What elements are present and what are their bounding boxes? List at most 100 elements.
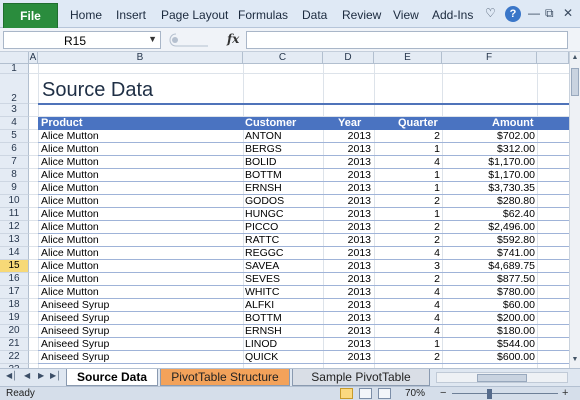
cell-quarter[interactable]: 1: [374, 169, 440, 182]
sheet-tab-pivottable-structure[interactable]: PivotTable Structure: [160, 369, 290, 386]
cell-year[interactable]: 2013: [323, 221, 371, 234]
cell-amount[interactable]: $60.00: [442, 299, 535, 312]
cell-amount[interactable]: $62.40: [442, 208, 535, 221]
file-tab[interactable]: File: [3, 3, 58, 28]
cell-amount[interactable]: $1,170.00: [442, 156, 535, 169]
cell-customer[interactable]: LINOD: [245, 338, 321, 351]
cell-product[interactable]: Aniseed Syrup: [41, 338, 241, 351]
row-header-1[interactable]: 1: [0, 64, 29, 74]
row-header-6[interactable]: 6: [0, 143, 29, 156]
row-header-3[interactable]: 3: [0, 104, 29, 117]
cell-amount[interactable]: $877.50: [442, 273, 535, 286]
tab-view[interactable]: View: [393, 8, 419, 22]
cell-customer[interactable]: HUNGC: [245, 208, 321, 221]
cell-amount[interactable]: $741.00: [442, 247, 535, 260]
restore-icon[interactable]: ⧉: [545, 6, 554, 21]
cell-year[interactable]: 2013: [323, 130, 371, 143]
row-header-2[interactable]: 2: [0, 74, 29, 104]
cell-quarter[interactable]: 2: [374, 221, 440, 234]
cell-product[interactable]: Alice Mutton: [41, 260, 241, 273]
cell-year[interactable]: 2013: [323, 169, 371, 182]
cell-quarter[interactable]: 2: [374, 234, 440, 247]
row-header-14[interactable]: 14: [0, 247, 29, 260]
cell-quarter[interactable]: 2: [374, 130, 440, 143]
table-header-row[interactable]: Product Customer Year Quarter Amount: [38, 117, 574, 130]
next-sheet-icon[interactable]: ▶: [38, 371, 44, 380]
cell-product[interactable]: Alice Mutton: [41, 273, 241, 286]
cell-customer[interactable]: SAVEA: [245, 260, 321, 273]
cell-year[interactable]: 2013: [323, 195, 371, 208]
zoom-slider[interactable]: [452, 393, 558, 394]
column-header-f[interactable]: F: [442, 52, 537, 64]
cell-amount[interactable]: $592.80: [442, 234, 535, 247]
minimize-ribbon-icon[interactable]: ―: [528, 6, 540, 21]
cell-customer[interactable]: WHITC: [245, 286, 321, 299]
cell-customer[interactable]: BERGS: [245, 143, 321, 156]
vertical-scroll-thumb[interactable]: [571, 68, 579, 96]
sheet-tab-source-data[interactable]: Source Data: [66, 369, 158, 386]
row-header-5[interactable]: 5: [0, 130, 29, 143]
sheet-tab-sample-pivottable[interactable]: Sample PivotTable: [292, 369, 430, 386]
cell-quarter[interactable]: 3: [374, 260, 440, 273]
tab-home[interactable]: Home: [70, 8, 102, 22]
header-amount[interactable]: Amount: [492, 117, 534, 130]
cell-customer[interactable]: RATTC: [245, 234, 321, 247]
cell-quarter[interactable]: 1: [374, 143, 440, 156]
cell-customer[interactable]: PICCO: [245, 221, 321, 234]
prev-sheet-icon[interactable]: ◀: [24, 371, 30, 380]
cell-product[interactable]: Alice Mutton: [41, 182, 241, 195]
cell-product[interactable]: Alice Mutton: [41, 234, 241, 247]
column-header-c[interactable]: C: [243, 52, 323, 64]
cell-product[interactable]: Aniseed Syrup: [41, 299, 241, 312]
cell-quarter[interactable]: 4: [374, 156, 440, 169]
horizontal-scrollbar[interactable]: [436, 372, 568, 383]
worksheet-grid[interactable]: A B C D E F 1 2 3 4 5 6 7 8 9 10 11 12 13 14 15 16 17 18 1…: [0, 52, 580, 368]
cell-amount[interactable]: $702.00: [442, 130, 535, 143]
cell-customer[interactable]: GODOS: [245, 195, 321, 208]
header-quarter[interactable]: Quarter: [398, 117, 438, 130]
cell-product[interactable]: Alice Mutton: [41, 156, 241, 169]
cell-year[interactable]: 2013: [323, 156, 371, 169]
first-sheet-icon[interactable]: ◀│: [6, 371, 17, 380]
cell-year[interactable]: 2013: [323, 247, 371, 260]
page-break-view-icon[interactable]: [378, 388, 391, 399]
header-year[interactable]: Year: [338, 117, 361, 130]
zoom-level[interactable]: 70%: [405, 388, 425, 399]
cell-quarter[interactable]: 1: [374, 208, 440, 221]
header-customer[interactable]: Customer: [245, 117, 296, 130]
cell-quarter[interactable]: 2: [374, 351, 440, 364]
zoom-in-icon[interactable]: +: [562, 387, 568, 399]
cell-amount[interactable]: $2,496.00: [442, 221, 535, 234]
cell-year[interactable]: 2013: [323, 299, 371, 312]
cell-customer[interactable]: SEVES: [245, 273, 321, 286]
formula-input[interactable]: [246, 31, 568, 49]
cell-amount[interactable]: $3,730.35: [442, 182, 535, 195]
cell-product[interactable]: Alice Mutton: [41, 208, 241, 221]
column-header-d[interactable]: D: [323, 52, 374, 64]
cell-quarter[interactable]: 2: [374, 273, 440, 286]
row-header-15[interactable]: 15: [0, 260, 29, 273]
cell-product[interactable]: Alice Mutton: [41, 143, 241, 156]
normal-view-icon[interactable]: [340, 388, 353, 399]
row-header-22[interactable]: 22: [0, 351, 29, 364]
cell-year[interactable]: 2013: [323, 260, 371, 273]
cell-product[interactable]: Alice Mutton: [41, 247, 241, 260]
tab-page-layout[interactable]: Page Layout: [161, 8, 228, 22]
cell-product[interactable]: Alice Mutton: [41, 286, 241, 299]
cell-amount[interactable]: $544.00: [442, 338, 535, 351]
cell-quarter[interactable]: 1: [374, 338, 440, 351]
cell-quarter[interactable]: 2: [374, 195, 440, 208]
cell-year[interactable]: 2013: [323, 286, 371, 299]
horizontal-scroll-thumb[interactable]: [477, 374, 527, 382]
row-header-11[interactable]: 11: [0, 208, 29, 221]
tab-insert[interactable]: Insert: [116, 8, 146, 22]
cell-amount[interactable]: $312.00: [442, 143, 535, 156]
cell-year[interactable]: 2013: [323, 273, 371, 286]
row-header-18[interactable]: 18: [0, 299, 29, 312]
row-header-21[interactable]: 21: [0, 338, 29, 351]
cell-amount[interactable]: $280.80: [442, 195, 535, 208]
cell-quarter[interactable]: 4: [374, 286, 440, 299]
cell-customer[interactable]: ERNSH: [245, 182, 321, 195]
row-header-20[interactable]: 20: [0, 325, 29, 338]
cell-customer[interactable]: BOTTM: [245, 169, 321, 182]
